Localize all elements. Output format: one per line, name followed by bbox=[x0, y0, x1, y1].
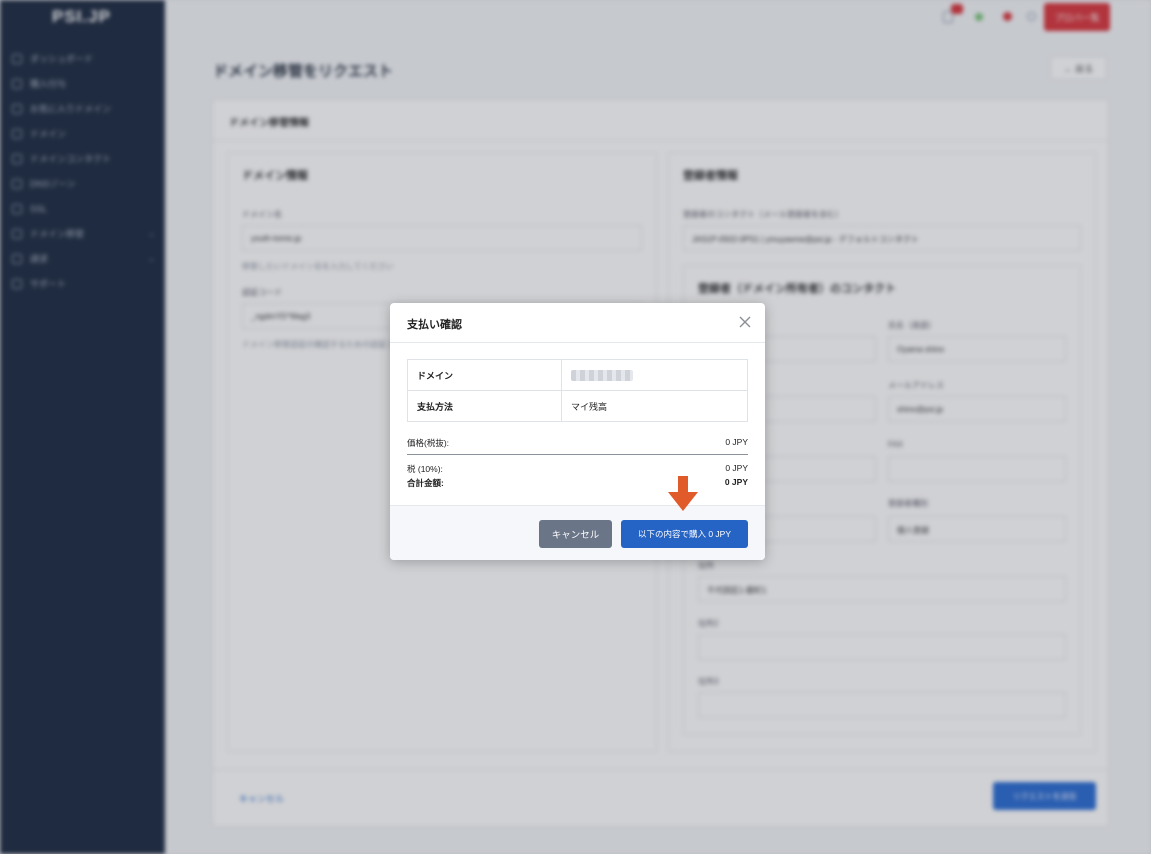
purchase-button[interactable]: 以下の内容で購入 0 JPY bbox=[621, 520, 748, 548]
table-row: 支払方法 マイ残高 bbox=[407, 390, 748, 422]
tax-value: 0 JPY bbox=[725, 463, 748, 473]
domain-value bbox=[561, 359, 748, 391]
total-label: 合計金額: bbox=[407, 478, 444, 488]
payment-method-key: 支払方法 bbox=[407, 390, 562, 422]
payment-method-value: マイ残高 bbox=[561, 390, 748, 422]
modal-header: 支払い確認 bbox=[390, 303, 765, 343]
close-icon[interactable] bbox=[738, 315, 752, 329]
domain-key: ドメイン bbox=[407, 359, 562, 391]
tax-row: 税 (10%): 0 JPY bbox=[407, 463, 748, 475]
divider bbox=[407, 454, 748, 455]
price-value: 0 JPY bbox=[725, 437, 748, 447]
price-label: 価格(税抜): bbox=[407, 438, 450, 448]
modal-title: 支払い確認 bbox=[407, 319, 462, 331]
modal-footer: キャンセル 以下の内容で購入 0 JPY bbox=[390, 505, 765, 560]
price-row: 価格(税抜): 0 JPY bbox=[407, 437, 748, 449]
tax-label: 税 (10%): bbox=[407, 464, 443, 474]
payment-details-table: ドメイン 支払方法 マイ残高 bbox=[407, 359, 748, 422]
redacted-domain bbox=[571, 369, 633, 381]
table-row: ドメイン bbox=[407, 359, 748, 391]
annotation-arrow-icon bbox=[668, 476, 698, 511]
cancel-button[interactable]: キャンセル bbox=[539, 520, 612, 548]
payment-confirm-modal: 支払い確認 ドメイン 支払方法 マイ残高 価格(税抜): 0 JPY 税 (10… bbox=[390, 303, 765, 560]
total-value: 0 JPY bbox=[724, 477, 748, 487]
